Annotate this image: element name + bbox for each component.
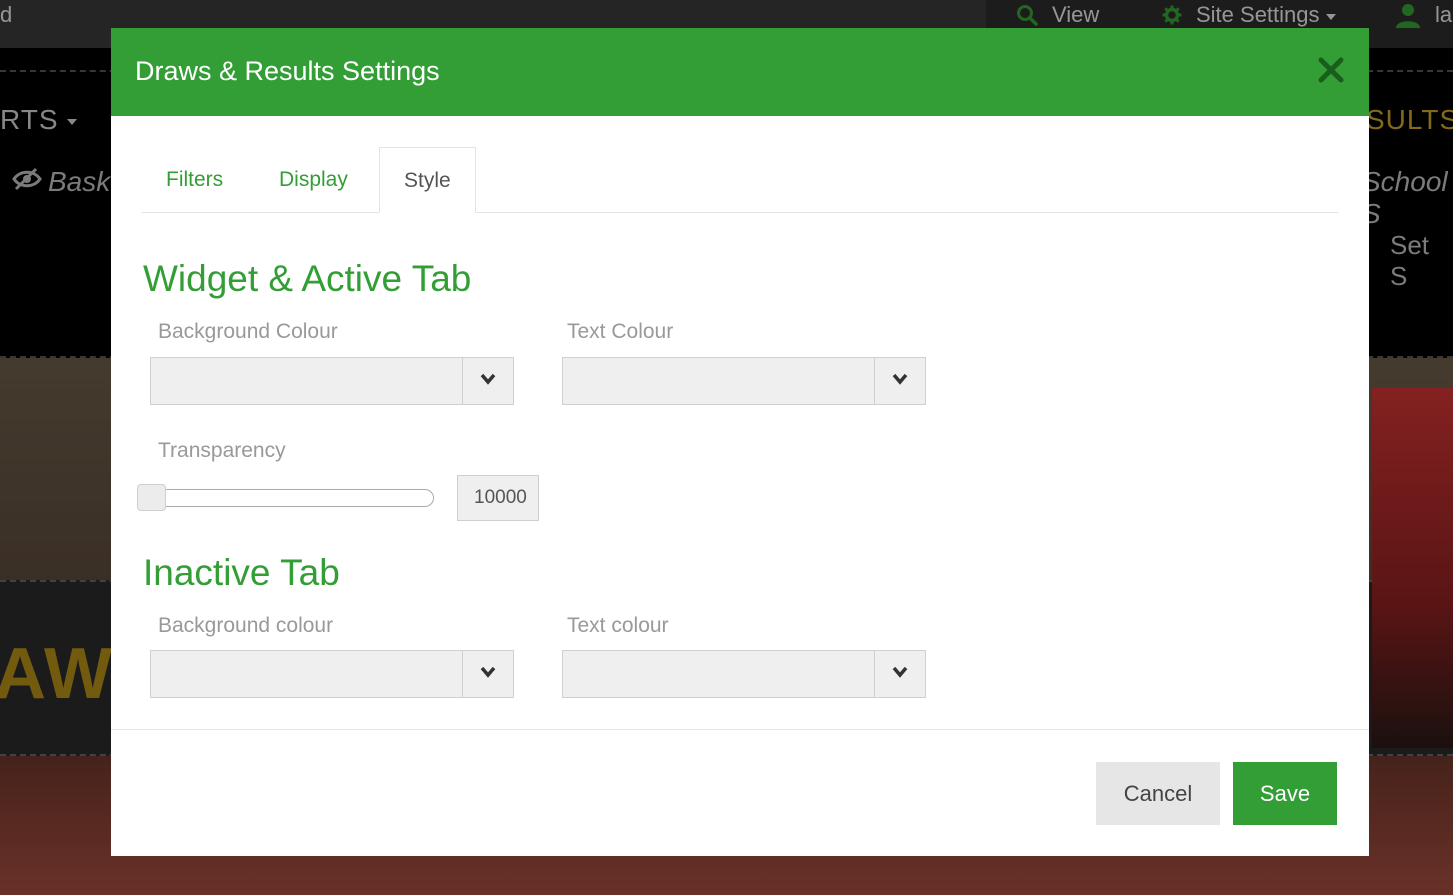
modal-footer-divider (111, 729, 1369, 730)
inactive-background-colour-label: Background colour (158, 614, 334, 637)
inactive-text-colour-label: Text colour (567, 614, 669, 637)
settings-tabs: Filters Display Style (142, 147, 1338, 213)
modal-header: Draws & Results Settings (111, 28, 1369, 116)
text-colour-select[interactable] (562, 357, 926, 405)
background-colour-select[interactable] (150, 357, 514, 405)
inactive-text-colour-select[interactable] (562, 650, 926, 698)
chevron-down-icon (892, 665, 908, 683)
inactive-background-colour-select[interactable] (150, 650, 514, 698)
settings-modal: Draws & Results Settings Filters Display… (111, 28, 1369, 856)
close-icon (1317, 57, 1345, 88)
section-title-inactive: Inactive Tab (143, 552, 340, 593)
close-button[interactable] (1317, 56, 1345, 84)
transparency-label: Transparency (158, 439, 286, 462)
tab-display[interactable]: Display (255, 147, 372, 213)
chevron-down-icon (480, 665, 496, 683)
chevron-down-icon (892, 372, 908, 390)
dropdown-toggle[interactable] (874, 358, 925, 404)
background-colour-label: Background Colour (158, 320, 338, 343)
save-button[interactable]: Save (1233, 762, 1337, 825)
dropdown-toggle[interactable] (462, 358, 513, 404)
tab-filters[interactable]: Filters (142, 147, 247, 213)
text-colour-label: Text Colour (567, 320, 674, 343)
chevron-down-icon (480, 372, 496, 390)
tab-style[interactable]: Style (379, 147, 476, 213)
transparency-slider-handle[interactable] (137, 484, 166, 511)
modal-title: Draws & Results Settings (135, 56, 440, 86)
section-title-widget: Widget & Active Tab (143, 258, 472, 299)
dropdown-toggle[interactable] (874, 651, 925, 697)
dropdown-toggle[interactable] (462, 651, 513, 697)
transparency-value-input[interactable]: 10000 (457, 475, 539, 521)
cancel-button[interactable]: Cancel (1096, 762, 1220, 825)
transparency-slider-track[interactable] (138, 489, 434, 507)
